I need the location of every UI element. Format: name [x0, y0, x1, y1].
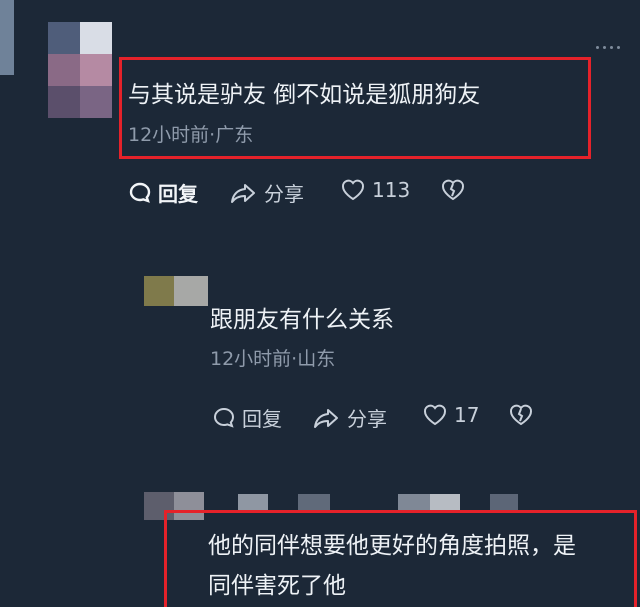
reply-label: 回复 [158, 182, 198, 206]
avatar[interactable] [144, 276, 208, 306]
share-arrow-icon [314, 408, 338, 428]
left-edge-strip [0, 0, 14, 75]
reply-label: 回复 [242, 407, 282, 431]
highlight-box [164, 510, 637, 607]
comment-bubble-icon [129, 182, 151, 203]
share-button[interactable]: 分享 [313, 403, 387, 432]
share-arrow-icon [231, 183, 255, 203]
share-label: 分享 [264, 182, 304, 206]
share-button[interactable]: 分享 [230, 178, 304, 207]
more-dots-icon[interactable] [596, 46, 620, 49]
like-count: 113 [372, 178, 411, 202]
highlight-box [119, 57, 591, 159]
comment-bubble-icon [214, 407, 235, 428]
like-button[interactable]: 113 [340, 178, 410, 202]
like-button[interactable]: 17 [422, 403, 479, 427]
reply-button[interactable]: 回复 [128, 178, 198, 207]
avatar[interactable] [48, 22, 112, 118]
share-label: 分享 [347, 407, 387, 431]
broken-heart-icon [442, 179, 464, 201]
reply-button[interactable]: 回复 [212, 403, 282, 432]
heart-icon [342, 179, 364, 201]
heart-icon [424, 404, 446, 426]
comment-meta: 12小时前·山东 [210, 348, 336, 370]
broken-heart-icon [510, 404, 532, 426]
dislike-button[interactable] [440, 178, 466, 202]
like-count: 17 [454, 403, 480, 427]
comment-text: 跟朋友有什么关系 [210, 307, 394, 333]
dislike-button[interactable] [508, 403, 534, 427]
